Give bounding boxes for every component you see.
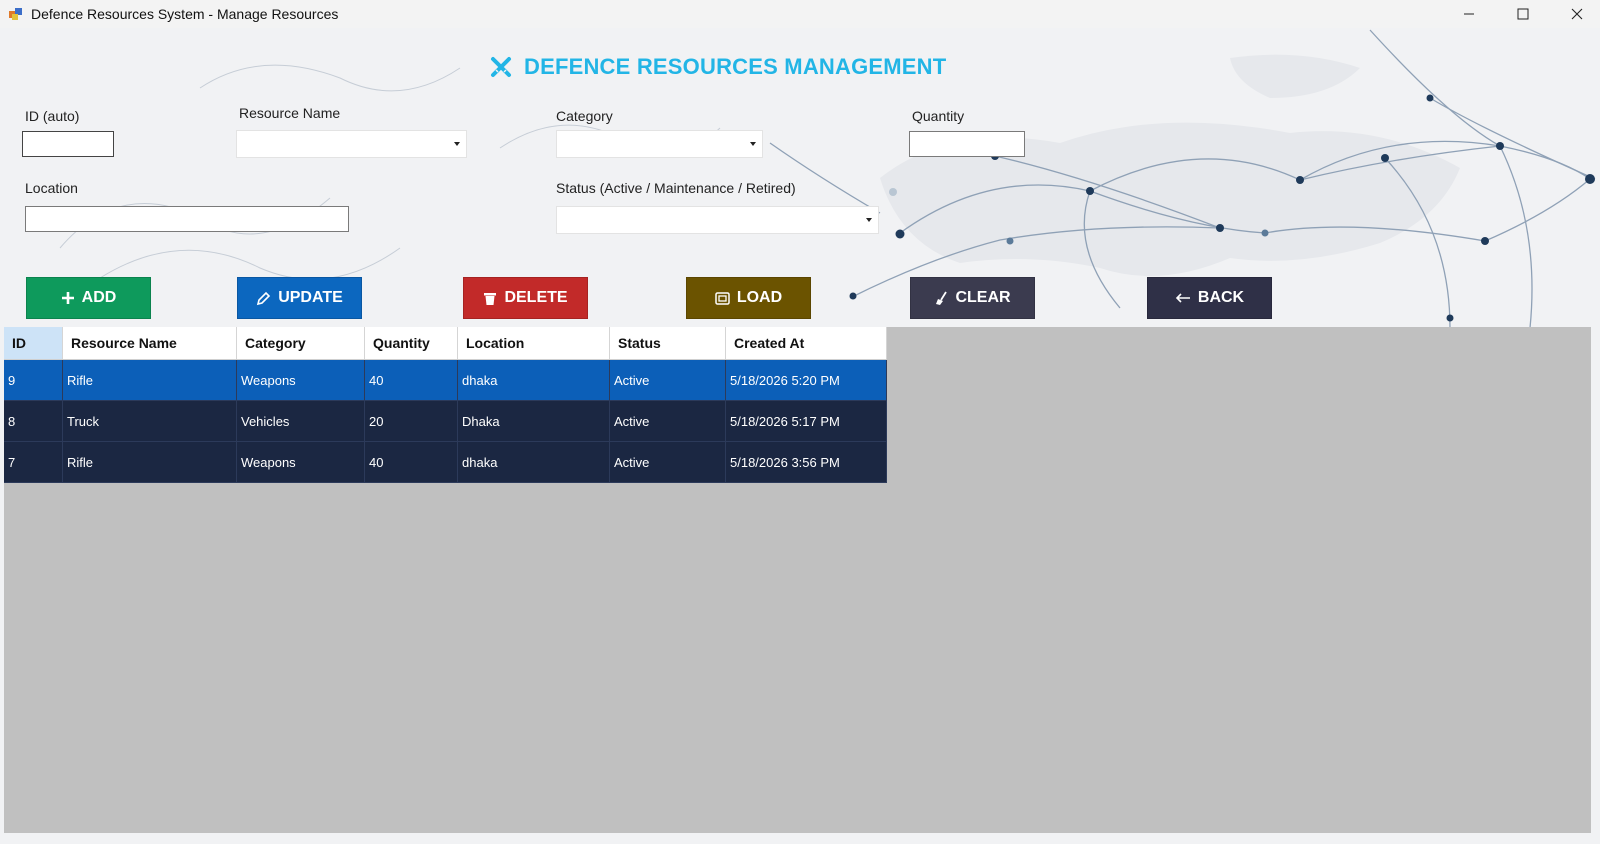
broom-icon <box>936 291 948 305</box>
back-button-label: BACK <box>1197 289 1245 306</box>
column-header-quantity[interactable]: Quantity <box>364 327 458 360</box>
chevron-down-icon[interactable] <box>860 207 878 233</box>
back-button[interactable]: BACK <box>1147 277 1272 319</box>
id-label: ID (auto) <box>25 108 80 124</box>
close-icon <box>1571 8 1583 20</box>
cell-created-at[interactable]: 5/18/2026 5:20 PM <box>725 359 887 401</box>
cell-category[interactable]: Vehicles <box>236 400 365 442</box>
maximize-button[interactable] <box>1500 0 1546 28</box>
arrow-left-icon <box>1175 293 1190 303</box>
status-combo[interactable] <box>556 206 879 234</box>
window-title: Defence Resources System - Manage Resour… <box>31 6 339 22</box>
cell-category[interactable]: Weapons <box>236 441 365 483</box>
column-header-id[interactable]: ID <box>4 327 63 360</box>
id-field[interactable] <box>22 131 114 157</box>
update-button[interactable]: UPDATE <box>237 277 362 319</box>
minimize-button[interactable] <box>1446 0 1492 28</box>
load-button-label: LOAD <box>736 289 783 306</box>
table-row[interactable]: 8 Truck Vehicles 20 Dhaka Active 5/18/20… <box>4 400 887 442</box>
column-header-category[interactable]: Category <box>236 327 365 360</box>
window-bottom-edge <box>0 833 1600 844</box>
table-row[interactable]: 9 Rifle Weapons 40 dhaka Active 5/18/202… <box>4 359 887 401</box>
chevron-down-icon[interactable] <box>744 131 762 157</box>
delete-button[interactable]: DELETE <box>463 277 588 319</box>
chevron-down-icon[interactable] <box>448 131 466 157</box>
cell-id[interactable]: 7 <box>4 441 63 483</box>
cell-resource-name[interactable]: Truck <box>62 400 237 442</box>
cell-status[interactable]: Active <box>609 441 726 483</box>
trash-icon <box>484 292 497 305</box>
clear-button-label: CLEAR <box>955 289 1011 306</box>
minimize-icon <box>1464 13 1474 15</box>
quantity-field[interactable] <box>909 131 1025 157</box>
cell-resource-name[interactable]: Rifle <box>62 359 237 401</box>
status-label: Status (Active / Maintenance / Retired) <box>556 180 796 196</box>
column-header-resource-name[interactable]: Resource Name <box>62 327 237 360</box>
cell-resource-name[interactable]: Rifle <box>62 441 237 483</box>
cell-category[interactable]: Weapons <box>236 359 365 401</box>
cell-status[interactable]: Active <box>609 359 726 401</box>
resources-grid[interactable]: ID Resource Name Category Quantity Locat… <box>4 327 887 483</box>
cell-quantity[interactable]: 40 <box>364 441 458 483</box>
quantity-label: Quantity <box>912 108 965 124</box>
pencil-icon <box>257 291 271 305</box>
location-label: Location <box>25 180 78 196</box>
delete-button-label: DELETE <box>504 289 568 306</box>
column-header-created-at[interactable]: Created At <box>725 327 887 360</box>
close-button[interactable] <box>1554 0 1600 28</box>
cell-quantity[interactable]: 40 <box>364 359 458 401</box>
cell-location[interactable]: dhaka <box>457 441 610 483</box>
resource-name-combo[interactable] <box>236 130 467 158</box>
category-combo[interactable] <box>556 130 763 158</box>
load-icon <box>715 291 730 305</box>
cell-quantity[interactable]: 20 <box>364 400 458 442</box>
page-title-text: DEFENCE RESOURCES MANAGEMENT <box>524 54 947 79</box>
column-header-status[interactable]: Status <box>609 327 726 360</box>
clear-button[interactable]: CLEAR <box>910 277 1035 319</box>
add-button-label: ADD <box>81 289 117 306</box>
grid-header-row: ID Resource Name Category Quantity Locat… <box>4 327 887 360</box>
column-header-location[interactable]: Location <box>457 327 610 360</box>
page-title: DEFENCE RESOURCES MANAGEMENT <box>490 54 946 80</box>
cell-location[interactable]: Dhaka <box>457 400 610 442</box>
window-titlebar: Defence Resources System - Manage Resour… <box>0 0 1600 28</box>
add-button[interactable]: ADD <box>26 277 151 319</box>
location-field[interactable] <box>25 206 349 232</box>
category-label: Category <box>556 108 613 124</box>
maximize-icon <box>1517 8 1529 20</box>
update-button-label: UPDATE <box>278 289 343 306</box>
cell-location[interactable]: dhaka <box>457 359 610 401</box>
table-row[interactable]: 7 Rifle Weapons 40 dhaka Active 5/18/202… <box>4 441 887 483</box>
cell-status[interactable]: Active <box>609 400 726 442</box>
cell-created-at[interactable]: 5/18/2026 5:17 PM <box>725 400 887 442</box>
app-icon <box>9 8 22 20</box>
plus-icon <box>61 292 74 304</box>
cell-created-at[interactable]: 5/18/2026 3:56 PM <box>725 441 887 483</box>
cell-id[interactable]: 8 <box>4 400 63 442</box>
load-button[interactable]: LOAD <box>686 277 811 319</box>
crossed-swords-icon <box>491 57 511 77</box>
cell-id[interactable]: 9 <box>4 359 63 401</box>
resource-name-label: Resource Name <box>239 105 341 121</box>
